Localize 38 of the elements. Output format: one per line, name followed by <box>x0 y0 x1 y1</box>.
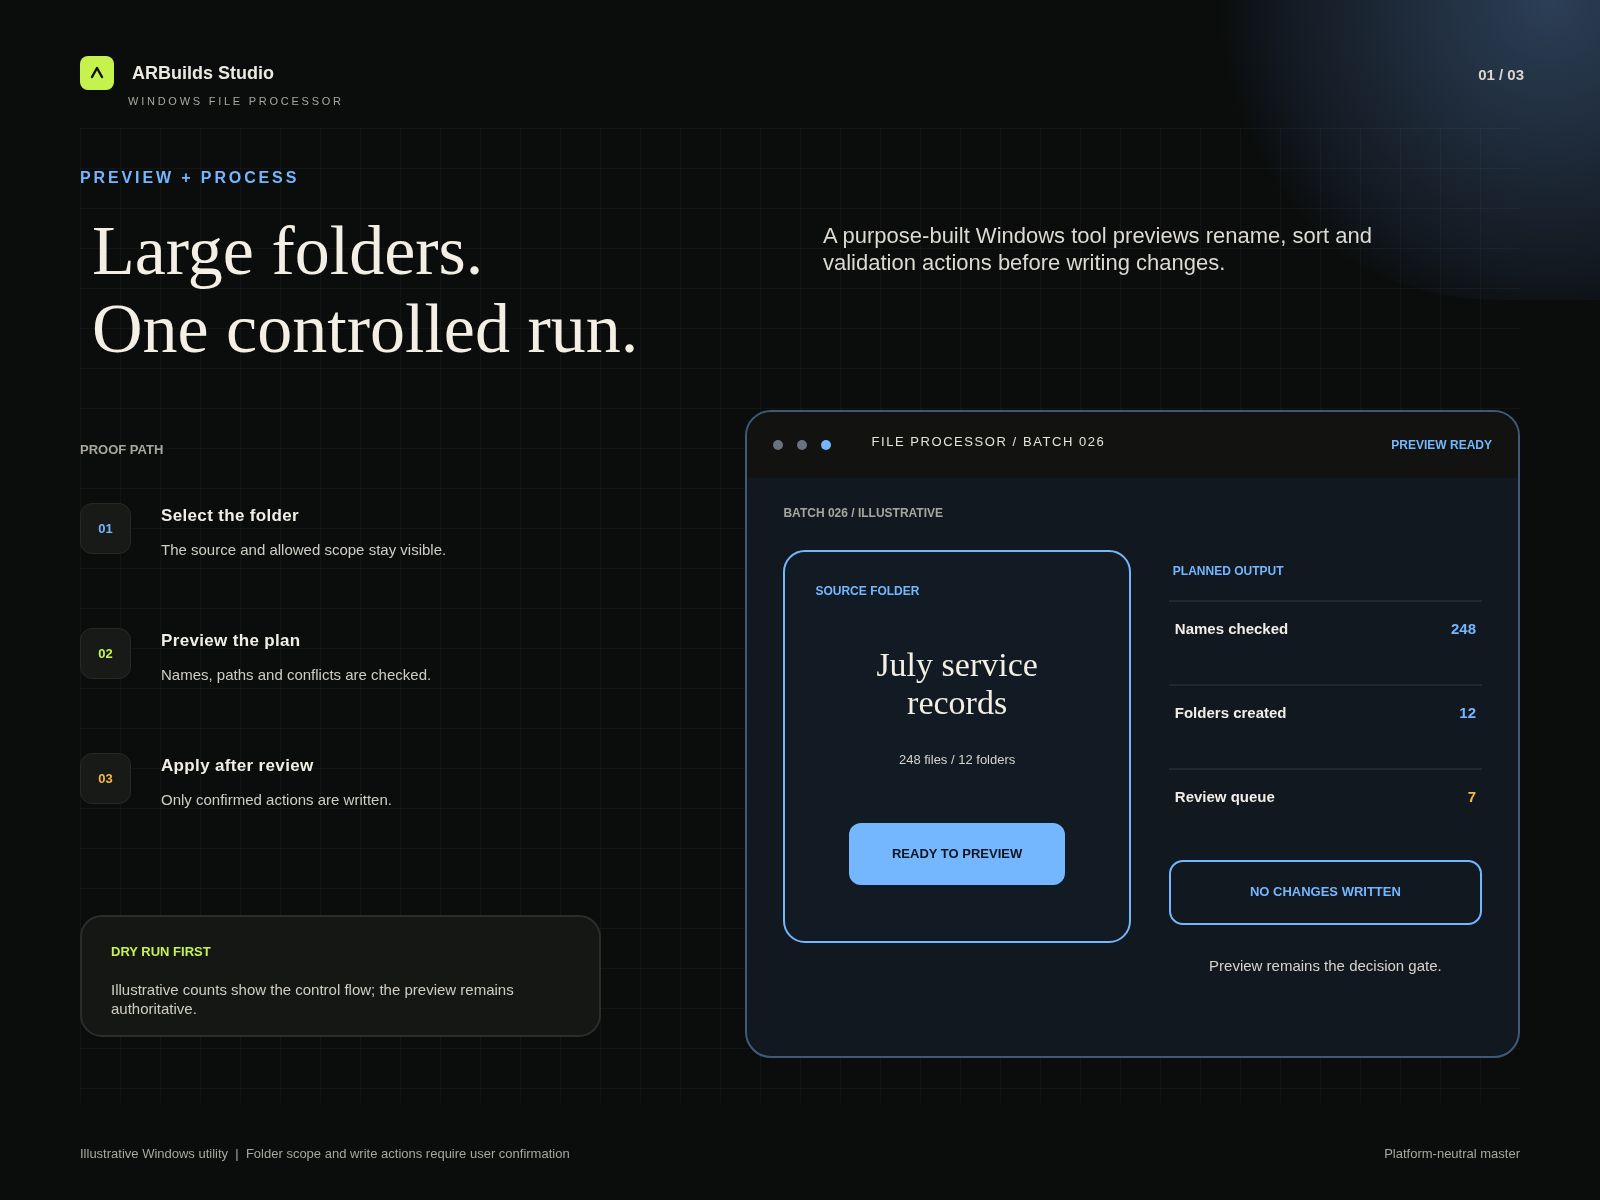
step-number: 01 <box>80 503 131 554</box>
no-changes-button[interactable]: NO CHANGES WRITTEN <box>1168 859 1482 925</box>
gate-caption: Preview remains the decision gate. <box>1209 955 1442 976</box>
batch-label: BATCH 026 / ILLUSTRATIVE <box>783 504 944 522</box>
folder-summary: 248 files / 12 folders <box>898 750 1016 769</box>
metric-value: 12 <box>1459 702 1476 723</box>
brand-name: ARBuilds Studio <box>132 62 275 85</box>
step-number: 02 <box>80 628 131 679</box>
folder-name: July service records <box>875 645 1039 722</box>
eyebrow-label: PREVIEW + PROCESS <box>80 167 300 188</box>
metric-label: Names checked <box>1174 618 1289 639</box>
preview-button[interactable]: READY TO PREVIEW <box>849 823 1066 885</box>
footer-label: Platform-neutral master <box>1384 1144 1520 1163</box>
step-number: 03 <box>80 753 131 804</box>
metric-label: Folders created <box>1174 702 1287 723</box>
step-description: The source and allowed scope stay visible. <box>161 539 447 560</box>
note-title: DRY RUN FIRST <box>111 943 211 961</box>
headline: One controlled run. <box>92 289 639 368</box>
note-text: Illustrative counts show the control flow; the preview remains authoritative. <box>111 979 515 1018</box>
status-label: PREVIEW READY <box>1391 436 1492 454</box>
description: A purpose-built Windows tool previews rename, sort and validation actions before writing changes. <box>823 221 1374 277</box>
section-label: PROOF PATH <box>80 440 164 459</box>
step-description: Names, paths and conflicts are checked. <box>161 664 432 685</box>
step-description: Only confirmed actions are written. <box>161 789 392 810</box>
step-title: Select the folder <box>161 505 300 527</box>
brand-subtitle: WINDOWS FILE PROCESSOR <box>128 94 344 109</box>
window-title: FILE PROCESSOR / BATCH 026 <box>871 432 1106 451</box>
planned-label: PLANNED OUTPUT <box>1172 562 1284 580</box>
logo-icon <box>80 56 114 90</box>
source-label: SOURCE FOLDER <box>815 582 920 600</box>
step-title: Preview the plan <box>161 630 301 652</box>
metric-label: Review queue <box>1174 786 1275 807</box>
headline: Large folders. <box>92 211 484 290</box>
footer-note: Illustrative Windows utility | Folder scope and write actions require user confirmation <box>80 1144 570 1163</box>
step-title: Apply after review <box>161 755 314 777</box>
metric-value: 248 <box>1450 618 1476 639</box>
metric-value: 7 <box>1467 786 1476 807</box>
page-counter: 01 / 03 <box>1478 65 1524 85</box>
